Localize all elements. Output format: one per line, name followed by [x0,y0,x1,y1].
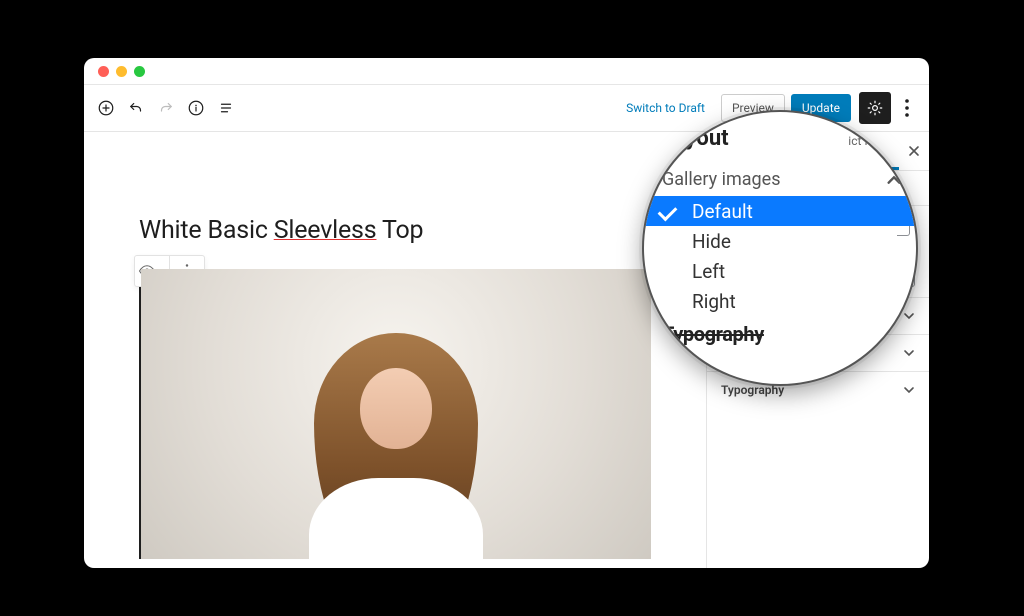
magnifier-lens: ict Images Layout Gallery images Default… [642,110,918,386]
window-min-dot[interactable] [116,66,127,77]
chevron-up-icon [886,172,902,188]
lens-typography-row: Typography [662,322,916,346]
title-text-prefix: White Basic [139,216,274,245]
lens-option-right[interactable]: Right [662,286,916,316]
lens-option-left[interactable]: Left [662,256,916,286]
lens-option-hide[interactable]: Hide [662,226,916,256]
post-title[interactable]: White Basic Sleevless Top [139,216,651,245]
add-block-button[interactable] [94,96,118,120]
title-text-misspelled: Sleevless [274,216,377,245]
chevron-down-icon [886,340,902,356]
lens-options-list: Default Hide Left Right [662,196,916,316]
outline-button[interactable] [214,96,238,120]
window-max-dot[interactable] [134,66,145,77]
product-image-placeholder [141,269,651,559]
editor-canvas[interactable]: White Basic Sleevless Top [84,132,706,568]
title-text-suffix: Top [376,216,423,245]
lens-tab-peek: ict Images [848,134,904,148]
info-button[interactable] [184,96,208,120]
titlebar [84,58,929,85]
chevron-down-icon [903,384,915,396]
undo-button[interactable] [124,96,148,120]
product-image-block[interactable] [139,269,651,559]
lens-subheading: Gallery images [662,169,916,190]
window-close-dot[interactable] [98,66,109,77]
redo-button[interactable] [154,96,178,120]
lens-option-default[interactable]: Default [644,196,918,226]
